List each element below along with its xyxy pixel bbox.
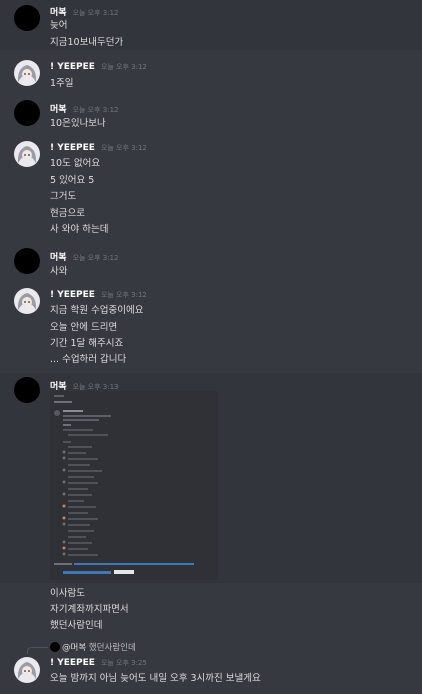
message-text: 자기계좌까지파면서 [50, 604, 129, 615]
image-attachment[interactable] [50, 391, 218, 580]
author-name[interactable]: ! YEEPEE [50, 290, 95, 300]
timestamp: 오늘 오후 3:25 [100, 659, 147, 667]
message-header: ! YEEPEE 오늘 오후 3:12 [50, 62, 147, 72]
avatar[interactable] [14, 288, 40, 314]
message-header: 머복 오늘 오후 3:12 [50, 102, 119, 115]
message-text: 이사람도 [50, 588, 85, 599]
message-text: 지금10보내두던가 [50, 37, 124, 48]
message-text: 오늘 밤까지 아님 늦어도 내일 오후 3시까진 보낼게요 [50, 673, 261, 684]
message-text: ... 수업하러 갑니다 [50, 354, 127, 365]
reply-reference[interactable]: @머복 했던사람인데 [50, 641, 136, 653]
timestamp: 오늘 오후 3:13 [72, 383, 119, 391]
message-text: 사와 [50, 266, 68, 277]
anime-avatar-icon [17, 662, 37, 679]
anime-avatar-icon [17, 146, 37, 163]
message-text: 늦어 [50, 20, 68, 31]
message-text: 사 와야 하는데 [50, 224, 109, 235]
author-name[interactable]: 머복 [50, 105, 67, 115]
avatar[interactable] [14, 5, 40, 31]
author-name[interactable]: ! YEEPEE [50, 658, 95, 668]
anime-avatar-icon [17, 293, 37, 310]
anime-avatar-icon [17, 65, 37, 82]
message-text: 10은있나보나 [50, 118, 106, 129]
avatar[interactable] [14, 141, 40, 167]
timestamp: 오늘 오후 3:12 [72, 9, 119, 17]
timestamp: 오늘 오후 3:12 [100, 291, 147, 299]
avatar[interactable] [14, 657, 40, 683]
message-text: 지금 학원 수업중이에요 [50, 305, 144, 316]
reply-avatar [50, 642, 60, 652]
author-name[interactable]: ! YEEPEE [50, 143, 95, 153]
message-text: 오늘 안에 드리면 [50, 322, 118, 333]
author-name[interactable]: 머복 [50, 253, 67, 263]
reply-preview-text: 했던사람인데 [88, 643, 136, 653]
avatar[interactable] [14, 248, 40, 274]
message-text: 1주일 [50, 78, 74, 89]
message-text: 5 있어요 5 [50, 175, 95, 186]
timestamp: 오늘 오후 3:12 [100, 144, 147, 152]
message-text: 기간 1달 해주시죠 [50, 338, 124, 349]
avatar[interactable] [14, 377, 40, 403]
timestamp: 오늘 오후 3:12 [72, 254, 119, 262]
message-header: ! YEEPEE 오늘 오후 3:25 [50, 658, 147, 668]
message-text: 현금으로 [50, 208, 85, 219]
message-text: 10도 없어요 [50, 158, 101, 169]
timestamp: 오늘 오후 3:12 [100, 63, 147, 71]
timestamp: 오늘 오후 3:12 [72, 106, 119, 114]
message-header: ! YEEPEE 오늘 오후 3:12 [50, 290, 147, 300]
author-name[interactable]: ! YEEPEE [50, 62, 95, 72]
message-header: ! YEEPEE 오늘 오후 3:12 [50, 143, 147, 153]
avatar[interactable] [14, 60, 40, 86]
avatar[interactable] [14, 100, 40, 126]
screenshot-thumbnail [50, 391, 218, 580]
message-header: 머복 오늘 오후 3:12 [50, 250, 119, 263]
reply-connector [27, 647, 48, 654]
message-text: 했던사람인데 [50, 620, 103, 631]
message-text: 그거도 [50, 191, 77, 202]
reply-mention[interactable]: @머복 [62, 643, 86, 653]
